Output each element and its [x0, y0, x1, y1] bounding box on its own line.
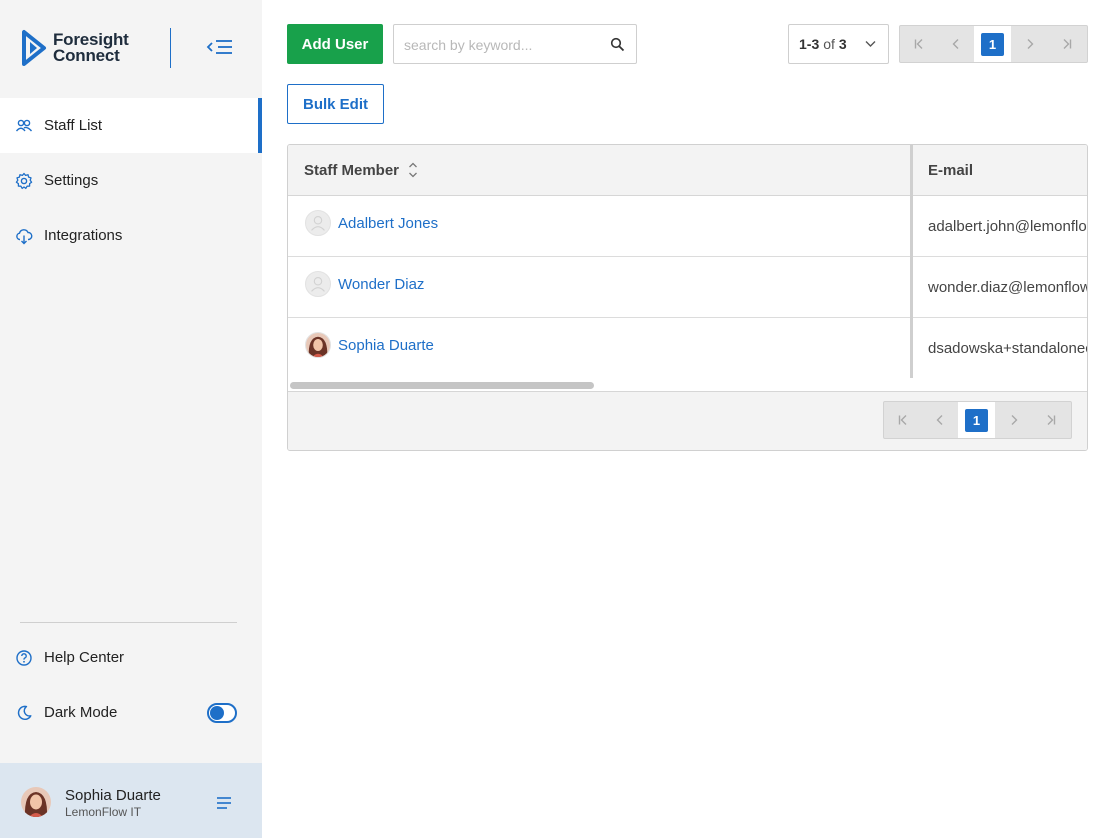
page-button-current[interactable]: 1 [974, 26, 1011, 62]
next-page-button[interactable] [1011, 26, 1048, 62]
next-page-button[interactable] [995, 402, 1032, 438]
table-row: Adalbert Jones adalbert.john@lemonflo [288, 196, 1087, 257]
last-page-icon [1063, 39, 1071, 49]
pagination-top: 1 [899, 25, 1088, 63]
first-page-button[interactable] [884, 402, 921, 438]
page-button-current[interactable]: 1 [958, 402, 995, 438]
email-cell: wonder.diaz@lemonflow [928, 279, 1088, 296]
staff-member-cell: Wonder Diaz [305, 271, 424, 297]
user-organization: LemonFlow IT [65, 805, 142, 819]
column-divider[interactable] [910, 145, 913, 378]
sidebar-item-label: Integrations [44, 227, 123, 244]
toggle-knob [210, 706, 224, 720]
menu-icon[interactable] [216, 796, 232, 810]
scrollbar-thumb[interactable] [290, 382, 594, 389]
current-page-number: 1 [981, 32, 1004, 56]
staff-member-cell: Sophia Duarte [305, 332, 434, 358]
avatar [21, 787, 51, 817]
bulk-edit-button[interactable]: Bulk Edit [287, 84, 384, 124]
search-icon[interactable] [610, 37, 625, 52]
chevron-down-icon [865, 41, 876, 47]
avatar [305, 332, 331, 358]
user-name: Sophia Duarte [65, 787, 161, 804]
collapse-sidebar-icon[interactable] [206, 35, 234, 59]
sidebar-item-integrations[interactable]: Integrations [0, 208, 262, 263]
range-of: of [823, 36, 835, 52]
prev-page-button[interactable] [937, 26, 974, 62]
first-page-icon [914, 39, 922, 49]
table-row: Sophia Duarte dsadowska+standalonec [288, 318, 1088, 379]
sidebar-item-label: Settings [44, 172, 99, 189]
chevron-left-icon [952, 39, 958, 49]
sidebar-divider [20, 622, 237, 623]
sidebar-item-staff-list[interactable]: Staff List [0, 98, 262, 153]
users-icon [15, 117, 33, 135]
staff-name-link[interactable]: Adalbert Jones [338, 215, 438, 232]
chevron-right-icon [1011, 415, 1017, 425]
dark-mode-toggle[interactable] [207, 703, 237, 723]
gear-icon [15, 172, 33, 190]
last-page-icon [1047, 415, 1055, 425]
email-cell: dsadowska+standalonec [928, 340, 1088, 357]
help-icon [15, 649, 33, 667]
horizontal-scrollbar[interactable] [288, 378, 1087, 392]
sidebar: Foresight Connect Staff List Settings In… [0, 0, 262, 838]
column-header-label: E-mail [928, 161, 974, 179]
range-total: 3 [838, 36, 847, 52]
brand-name: Foresight Connect [53, 31, 129, 65]
page-range-select[interactable]: 1-3 of 3 [788, 24, 889, 64]
search-box [393, 24, 637, 64]
current-page-number: 1 [965, 408, 988, 432]
staff-member-cell: Adalbert Jones [305, 210, 438, 236]
column-header-label: Staff Member [304, 161, 400, 179]
sidebar-item-label: Dark Mode [44, 704, 118, 721]
table-row: Wonder Diaz wonder.diaz@lemonflow [288, 257, 1088, 318]
brand-logo[interactable]: Foresight Connect [20, 28, 129, 68]
sidebar-item-settings[interactable]: Settings [0, 153, 262, 208]
moon-icon [15, 704, 33, 722]
sidebar-item-label: Staff List [44, 117, 103, 134]
range-start-end: 1-3 [799, 36, 820, 52]
last-page-button[interactable] [1048, 26, 1085, 62]
brand-line-2: Connect [53, 46, 120, 65]
email-cell: adalbert.john@lemonflo [928, 218, 1087, 235]
staff-name-link[interactable]: Wonder Diaz [338, 276, 424, 293]
sidebar-item-label: Help Center [44, 649, 125, 666]
column-header-email[interactable]: E-mail [928, 145, 973, 195]
pagination-bottom: 1 [883, 401, 1072, 439]
chevron-right-icon [1027, 39, 1033, 49]
logo-icon [22, 30, 46, 66]
avatar-placeholder-icon [305, 210, 331, 236]
user-profile[interactable]: Sophia Duarte LemonFlow IT [0, 763, 262, 838]
add-user-button[interactable]: Add User [287, 24, 383, 64]
sidebar-item-help-center[interactable]: Help Center [0, 630, 262, 685]
sort-icon[interactable] [408, 161, 418, 179]
last-page-button[interactable] [1032, 402, 1069, 438]
column-header-staff-member[interactable]: Staff Member [304, 145, 418, 195]
prev-page-button[interactable] [921, 402, 958, 438]
chevron-left-icon [936, 415, 942, 425]
search-input[interactable] [404, 34, 604, 56]
avatar-placeholder-icon [305, 271, 331, 297]
first-page-button[interactable] [900, 26, 937, 62]
staff-name-link[interactable]: Sophia Duarte [338, 337, 434, 354]
table-header: Staff Member E-mail [288, 145, 1087, 196]
first-page-icon [898, 415, 906, 425]
logo-divider [170, 28, 171, 68]
cloud-download-icon [15, 227, 33, 245]
